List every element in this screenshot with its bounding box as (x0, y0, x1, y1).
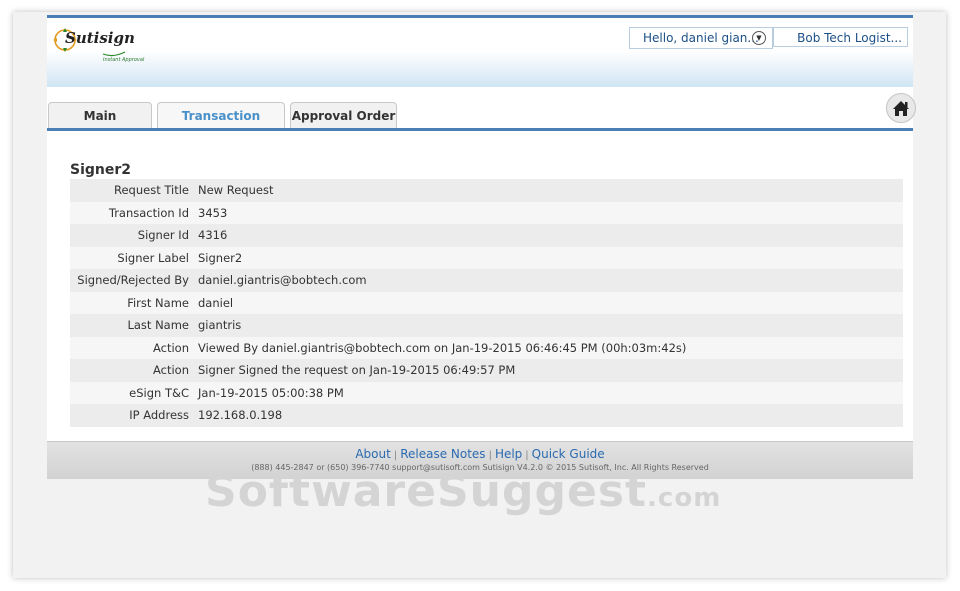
row-label: Action (152, 363, 189, 377)
footer-links: About | Release Notes | Help | Quick Guide (47, 447, 913, 461)
row-label: IP Address (129, 408, 189, 422)
row-value: daniel (198, 295, 234, 310)
app-header: Sutisign Instant Approval Hello, daniel … (47, 15, 913, 90)
table-row: Signer Id 4316 (70, 224, 903, 247)
row-label: Action (152, 340, 189, 355)
link-separator: | (525, 450, 529, 461)
table-row: Transaction Id 3453 (70, 201, 903, 224)
row-value: 192.168.0.198 (198, 408, 283, 422)
quick-guide-link[interactable]: Quick Guide (532, 447, 605, 461)
signer-details-table: Request Title New Request Transaction Id 3… (70, 179, 903, 427)
home-button[interactable] (886, 93, 916, 123)
row-label: Signed/Rejected By (77, 273, 189, 287)
watermark-suffix: .com (647, 483, 722, 513)
link-separator: | (488, 450, 492, 461)
tab-bar: Main Document Transaction Details Approv… (47, 87, 916, 149)
row-value: Jan-19-2015 05:00:38 PM (198, 385, 344, 400)
about-link[interactable]: About (355, 447, 390, 461)
table-row: First Name daniel (70, 291, 903, 314)
app-window: Sutisign Instant Approval Hello, daniel … (47, 15, 916, 479)
tab-transaction-details[interactable]: Transaction Details (157, 102, 285, 149)
row-label: First Name (127, 295, 189, 310)
table-row: Action Viewed By daniel.giantris@bobtech.… (70, 336, 903, 359)
table-row: IP Address 192.168.0.198 (70, 404, 903, 427)
row-value: Signer2 (198, 250, 243, 265)
row-label: Request Title (113, 183, 189, 197)
row-value: daniel.giantris@bobtech.com (198, 273, 367, 287)
table-row: Action Signer Signed the request on Jan-1… (70, 359, 903, 382)
sutisign-logo[interactable]: Sutisign Instant Approval (53, 24, 163, 68)
tab-approval-order[interactable]: Approval Order (290, 102, 397, 128)
help-link[interactable]: Help (495, 447, 522, 461)
row-label: Signer Id (137, 228, 189, 242)
row-value: giantris (198, 318, 242, 332)
row-value: 4316 (198, 228, 228, 242)
row-label: Signer Label (117, 250, 189, 265)
row-value: New Request (198, 183, 274, 197)
row-value: 3453 (198, 205, 228, 220)
link-separator: | (393, 450, 398, 461)
row-value: Viewed By daniel.giantris@bobtech.com on… (198, 340, 687, 355)
home-icon (893, 101, 909, 116)
user-greeting: Hello, daniel gian... (643, 31, 759, 45)
table-row: eSign T&C Jan-19-2015 05:00:38 PM (70, 381, 903, 404)
user-menu[interactable]: Hello, daniel gian... ▼ (629, 27, 773, 49)
row-label: Last Name (127, 318, 189, 332)
release-notes-link[interactable]: Release Notes (400, 447, 485, 461)
row-value: Signer Signed the request on Jan-19-2015… (198, 363, 516, 377)
logo-text: Sutisign (65, 29, 135, 47)
table-row: Last Name giantris (70, 314, 903, 337)
company-selector[interactable]: Bob Tech Logist... (773, 27, 908, 47)
row-label: eSign T&C (129, 385, 189, 400)
chevron-down-icon[interactable]: ▼ (752, 31, 766, 45)
table-row: Signer Label Signer2 (70, 246, 903, 269)
watermark: SoftwareSuggest.com (205, 466, 721, 517)
row-label: Transaction Id (108, 205, 189, 220)
tab-main-document[interactable]: Main Document (48, 102, 152, 149)
table-row: Request Title New Request (70, 179, 903, 202)
transaction-details-panel: Signer2 Request Title New Request Transac… (47, 131, 913, 441)
signer-section-title: Signer2 (70, 162, 132, 178)
watermark-text: SoftwareSuggest (205, 466, 648, 517)
table-row: Signed/Rejected By daniel.giantris@bobtec… (70, 269, 903, 292)
logo-tagline: Instant Approval (103, 57, 145, 63)
